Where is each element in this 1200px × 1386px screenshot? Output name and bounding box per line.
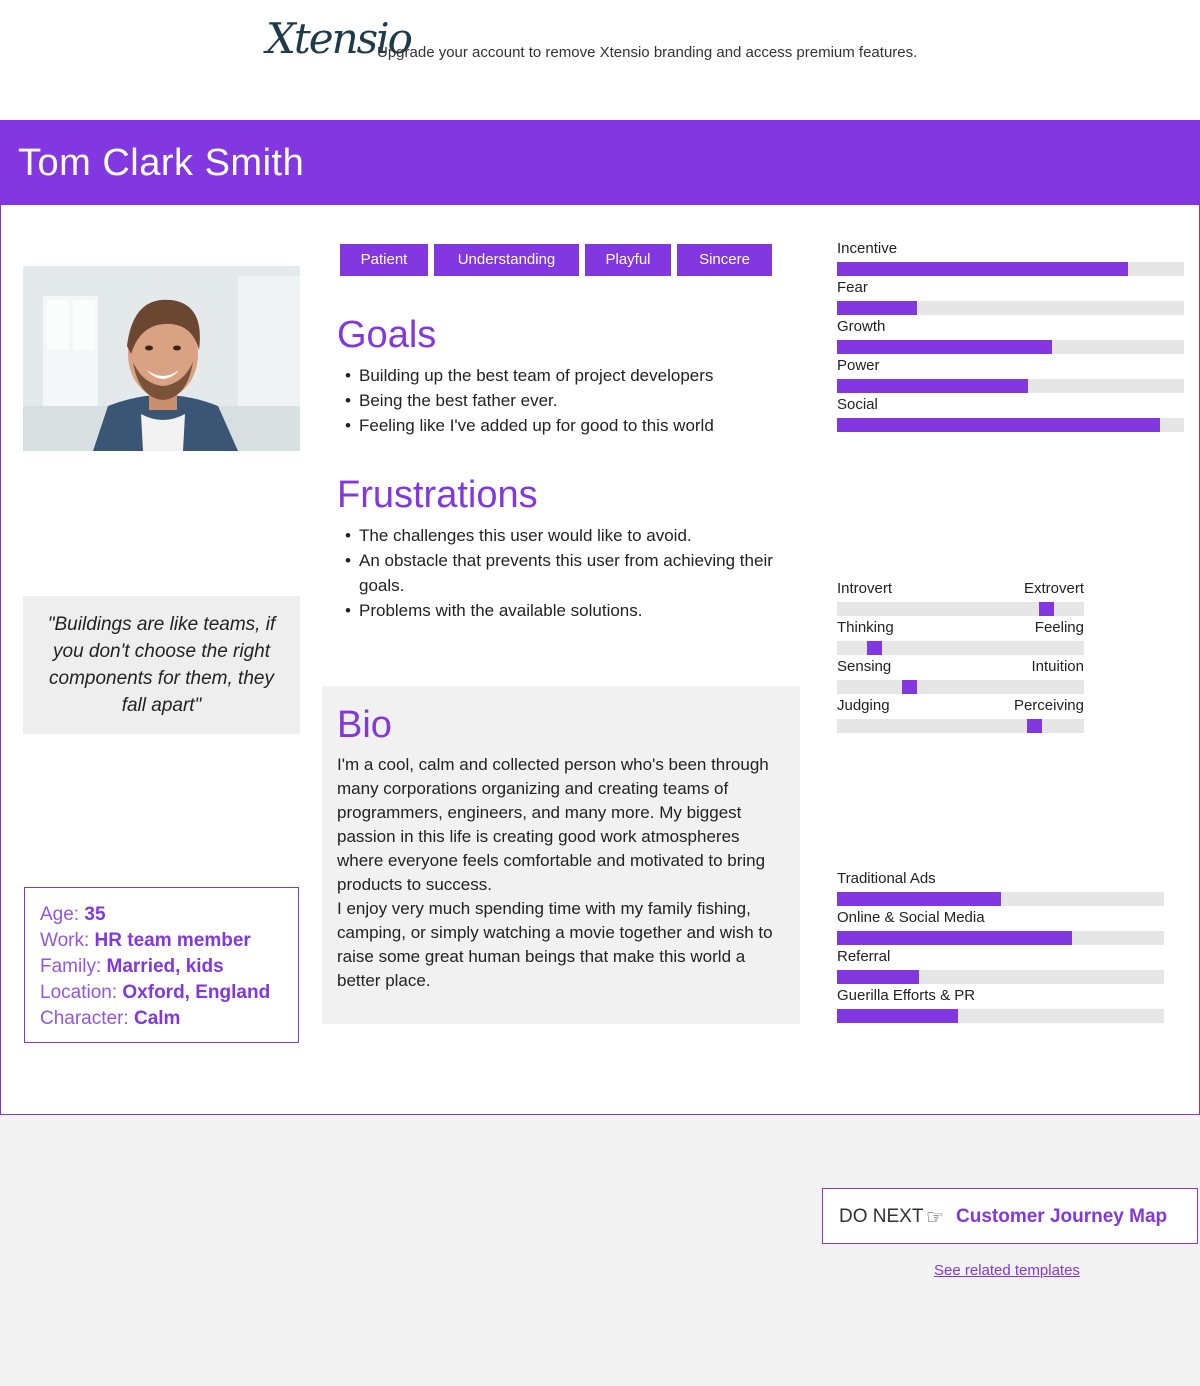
- persona-card: Tom Clark Smith "Buildings are like team…: [0, 120, 1200, 1115]
- bio-text[interactable]: I'm a cool, calm and collected person wh…: [337, 753, 787, 993]
- tag-sincere[interactable]: Sincere: [677, 244, 772, 276]
- channel-label: Referral: [837, 948, 891, 965]
- motivation-fill: [837, 340, 1053, 354]
- fact-family: Family: Married, kids: [40, 954, 298, 980]
- fact-value: Married, kids: [106, 956, 224, 977]
- channel-label: Traditional Ads: [837, 870, 936, 887]
- motivation-label: Fear: [837, 279, 868, 296]
- trait-slider: [837, 719, 1084, 733]
- trait-right-label: Perceiving: [1013, 697, 1084, 714]
- frustration-item: An obstacle that prevents this user from…: [337, 548, 787, 598]
- trait-marker: [1039, 602, 1054, 616]
- do-next-label: DO NEXT: [839, 1206, 924, 1227]
- motivation-bar: [837, 340, 1184, 354]
- motivation-label: Power: [837, 357, 880, 374]
- bio-paragraph: I enjoy very much spending time with my …: [337, 899, 773, 990]
- trait-marker: [1027, 719, 1042, 733]
- spacer: [0, 90, 1200, 120]
- motivation-label: Incentive: [837, 240, 898, 257]
- persona-facts[interactable]: Age: 35 Work: HR team member Family: Mar…: [24, 887, 299, 1043]
- persona-quote[interactable]: "Buildings are like teams, if you don't …: [23, 596, 300, 734]
- motivation-fill: [837, 379, 1028, 393]
- channel-fill: [837, 970, 919, 984]
- tag-patient[interactable]: Patient: [340, 244, 428, 276]
- frustrations-title[interactable]: Frustrations: [337, 474, 538, 517]
- goals-list[interactable]: Building up the best team of project dev…: [337, 363, 787, 438]
- trait-right-label: Extrovert: [1023, 580, 1084, 597]
- channel-fill: [837, 931, 1073, 945]
- motivation-fill: [837, 418, 1160, 432]
- motivation-bar: [837, 262, 1184, 276]
- upgrade-banner: Xtensio Upgrade your account to remove X…: [0, 0, 1200, 90]
- channel-label: Online & Social Media: [837, 909, 985, 926]
- goal-item: Building up the best team of project dev…: [337, 363, 787, 388]
- tag-understanding[interactable]: Understanding: [434, 244, 579, 276]
- trait-marker: [867, 641, 882, 655]
- fact-value: Calm: [133, 1008, 181, 1029]
- trait-right-label: Intuition: [1031, 658, 1084, 675]
- channel-bar: [837, 892, 1164, 906]
- frustration-item: Problems with the available solutions.: [337, 598, 787, 623]
- fact-character: Character: Calm: [40, 1006, 298, 1032]
- fact-label: Family:: [40, 956, 102, 977]
- bio-paragraph: I'm a cool, calm and collected person wh…: [337, 755, 769, 894]
- trait-slider: [837, 602, 1084, 616]
- do-next-button[interactable]: DO NEXT ☞ Customer Journey Map: [822, 1188, 1198, 1244]
- goal-item: Feeling like I've added up for good to t…: [337, 413, 787, 438]
- channel-bar: [837, 970, 1164, 984]
- persona-header: Tom Clark Smith: [1, 120, 1200, 205]
- trait-slider: [837, 641, 1084, 655]
- fact-location: Location: Oxford, England: [40, 980, 298, 1006]
- persona-name[interactable]: Tom Clark Smith: [18, 142, 304, 185]
- bio-title[interactable]: Bio: [337, 704, 392, 747]
- channel-label: Guerilla Efforts & PR: [837, 987, 976, 1004]
- trait-marker: [902, 680, 917, 694]
- frustrations-list[interactable]: The challenges this user would like to a…: [337, 523, 787, 623]
- persona-photo[interactable]: [23, 266, 300, 451]
- fact-label: Age:: [40, 904, 80, 925]
- customer-journey-map-link[interactable]: Customer Journey Map: [956, 1206, 1167, 1228]
- fact-label: Work:: [40, 930, 90, 951]
- fact-age: Age: 35: [40, 902, 298, 928]
- channel-fill: [837, 892, 1001, 906]
- see-related-templates-link[interactable]: See related templates: [934, 1262, 1080, 1279]
- fact-value: Oxford, England: [122, 982, 271, 1003]
- channel-bar: [837, 931, 1164, 945]
- fact-value: 35: [84, 904, 106, 925]
- persona-portrait-image: [23, 266, 300, 451]
- motivation-label: Social: [837, 396, 878, 413]
- trait-right-label: Feeling: [1034, 619, 1084, 636]
- motivation-bar: [837, 301, 1184, 315]
- hand-pointing-right-icon: ☞: [926, 1207, 944, 1229]
- channel-bar: [837, 1009, 1164, 1023]
- motivation-label: Growth: [837, 318, 886, 335]
- goal-item: Being the best father ever.: [337, 388, 787, 413]
- channel-fill: [837, 1009, 958, 1023]
- upgrade-message: Upgrade your account to remove Xtensio b…: [377, 44, 918, 61]
- fact-value: HR team member: [94, 930, 251, 951]
- fact-label: Character:: [40, 1008, 129, 1029]
- goals-title[interactable]: Goals: [337, 314, 436, 357]
- fact-label: Location:: [40, 982, 118, 1003]
- frustration-item: The challenges this user would like to a…: [337, 523, 787, 548]
- motivation-bar: [837, 418, 1184, 432]
- fact-work: Work: HR team member: [40, 928, 298, 954]
- motivation-bar: [837, 379, 1184, 393]
- motivation-fill: [837, 301, 917, 315]
- motivation-fill: [837, 262, 1129, 276]
- trait-slider: [837, 680, 1084, 694]
- tag-playful[interactable]: Playful: [585, 244, 671, 276]
